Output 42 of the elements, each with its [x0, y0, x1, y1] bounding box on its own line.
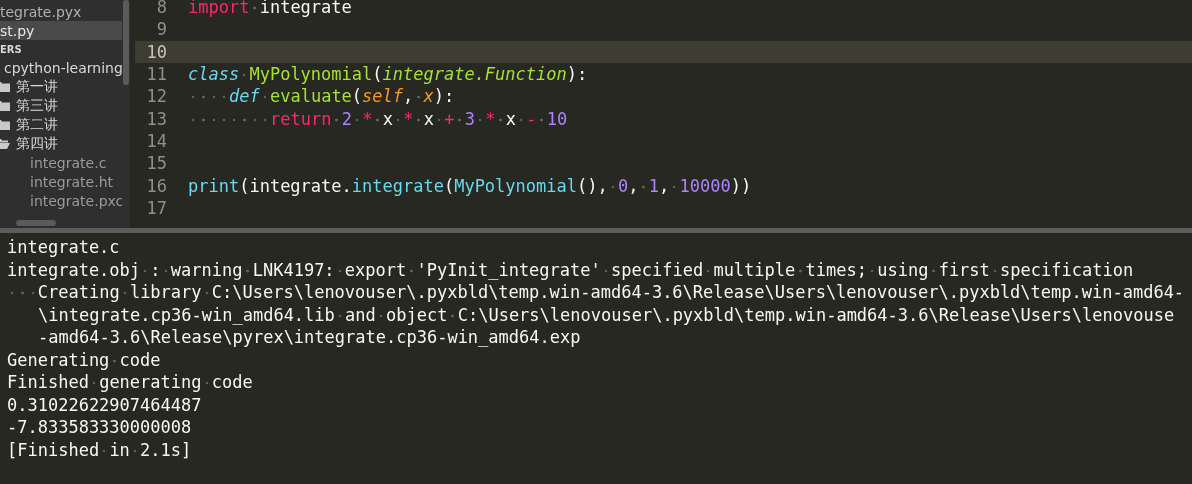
- file-item[interactable]: integrate.c: [30, 154, 107, 171]
- output-line: \integrate.cp36-win_amd64.lib and object C:\Users\lenovouser\.pyxbld\temp.win-amd64-3.6\Release\Users\lenovouse: [37, 303, 1175, 326]
- section-heading: ERS: [0, 42, 23, 57]
- line-number: 17: [145, 197, 168, 218]
- output-line: Generating code: [7, 348, 161, 371]
- output-line: 0.31022622907464487: [7, 393, 202, 416]
- folder-item[interactable]: 第三讲: [16, 96, 58, 115]
- output-line: integrate.obj : warning LNK4197: export 'PyInit_integrate' specified multiple times; using first specification: [7, 258, 1134, 281]
- line-number: 16: [145, 175, 168, 196]
- scrollbar-thumb[interactable]: [16, 220, 56, 226]
- output-line: -7.833583330000008: [7, 416, 192, 439]
- output-line: Finished generating code: [7, 371, 253, 394]
- open-file-item[interactable]: st.py: [0, 21, 122, 40]
- output-line: [Finished in 2.1s]: [7, 438, 192, 461]
- folder-icon: [0, 100, 10, 111]
- open-file-item[interactable]: tegrate.pyx: [0, 2, 122, 21]
- output-line: -amd64-3.6\Release\pyrex\integrate.cp36-win_amd64.exp: [37, 326, 581, 349]
- line-number: 10: [145, 41, 168, 62]
- line-number: 13: [145, 108, 168, 129]
- line-number: 11: [145, 64, 168, 85]
- file-item[interactable]: integrate.ht: [30, 173, 113, 190]
- line-number: 14: [145, 130, 168, 151]
- folder-icon: [0, 138, 10, 149]
- code-line: def evaluate(self, x):: [188, 86, 455, 107]
- folder-item[interactable]: 第一讲: [16, 77, 58, 96]
- folder-item[interactable]: cpython-learning: [4, 59, 122, 76]
- line-number: 9: [155, 19, 168, 40]
- folder-item[interactable]: 第四讲: [16, 134, 58, 153]
- scrollbar-thumb[interactable]: [123, 0, 129, 85]
- folder-item[interactable]: 第二讲: [16, 115, 58, 134]
- folder-icon: [0, 119, 10, 130]
- line-number: 15: [145, 153, 168, 174]
- file-item[interactable]: integrate.pxc: [30, 192, 122, 209]
- code-line: print(integrate.integrate(MyPolynomial(), 0, 1, 10000)): [188, 175, 752, 196]
- folder-icon: [0, 81, 10, 92]
- line-number: 8: [155, 0, 168, 18]
- output-line: integrate.c: [7, 236, 120, 259]
- code-line: return 2 * x * x + 3 * x - 10: [188, 108, 568, 129]
- output-line: Creating library C:\Users\lenovouser\.pyxbld\temp.win-amd64-3.6\Release\Users\lenovouser\.pyxbld\temp.win-amd64-: [7, 281, 1185, 304]
- code-line: import integrate: [188, 0, 352, 18]
- line-number: 12: [145, 86, 168, 107]
- code-line: class MyPolynomial(integrate.Function):: [188, 64, 588, 85]
